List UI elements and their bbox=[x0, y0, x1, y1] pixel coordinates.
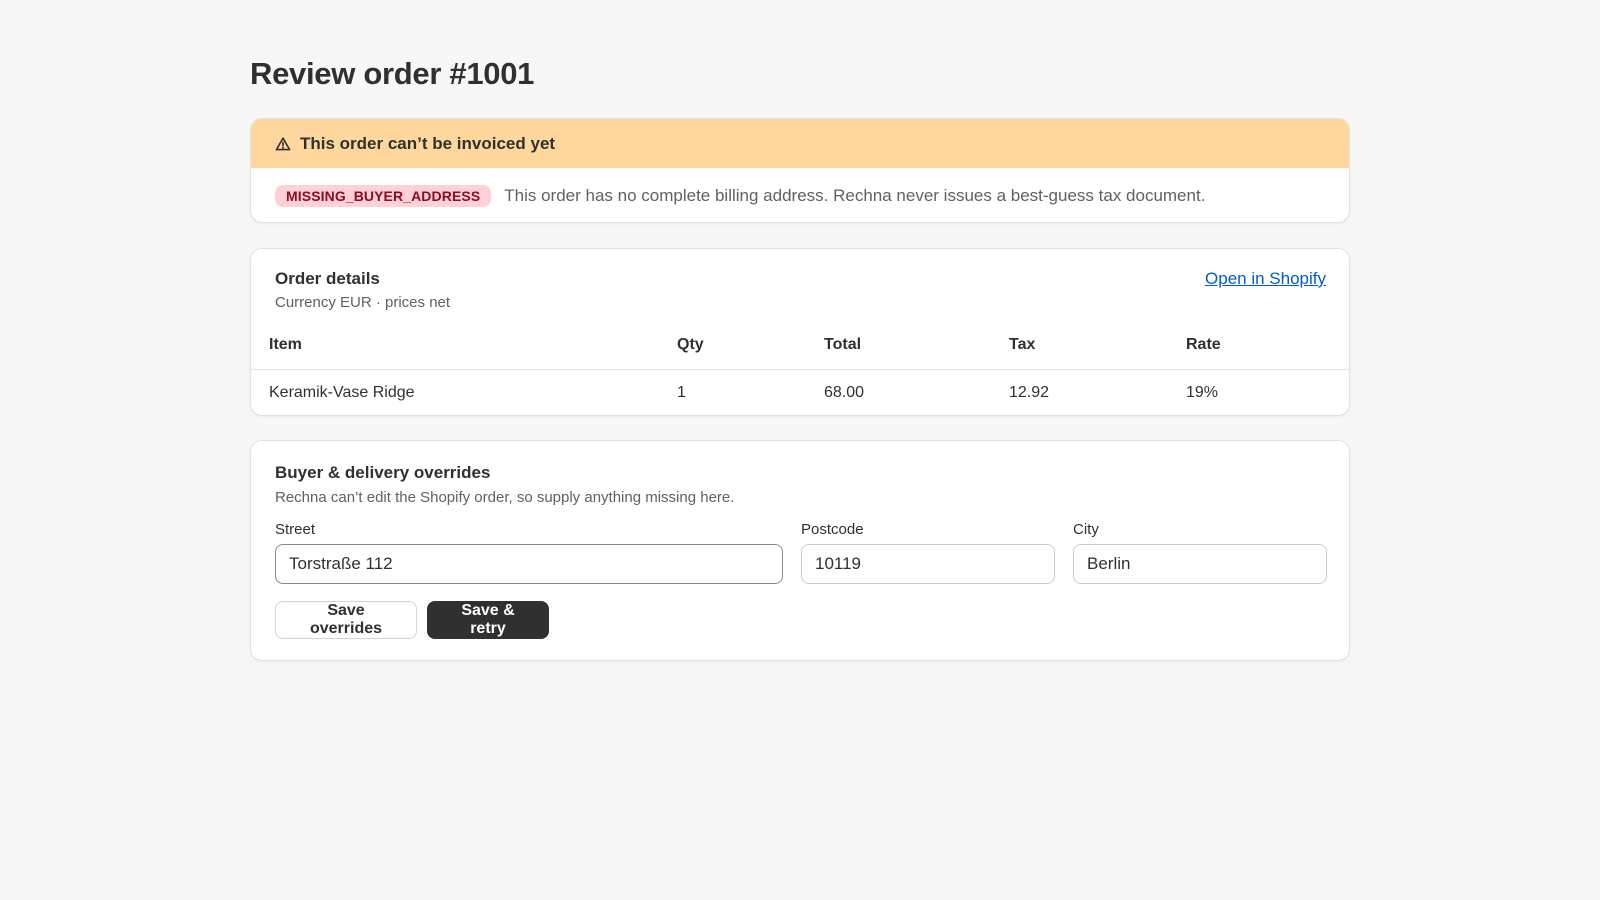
order-details-header: Order details Currency EUR · prices net bbox=[275, 269, 450, 311]
cell-tax: 12.92 bbox=[1009, 384, 1050, 402]
save-and-retry-button[interactable]: Save & retry bbox=[427, 601, 549, 639]
overrides-title: Buyer & delivery overrides bbox=[275, 463, 491, 482]
postcode-field-group: Postcode bbox=[801, 521, 1055, 584]
open-in-shopify-link[interactable]: Open in Shopify bbox=[1205, 269, 1326, 289]
table-row: Keramik-Vase Ridge 1 68.00 12.92 19% bbox=[251, 369, 1349, 415]
street-label: Street bbox=[275, 521, 316, 538]
cell-rate: 19% bbox=[1186, 384, 1219, 402]
page-title: Review order #1001 bbox=[250, 56, 535, 91]
postcode-input[interactable] bbox=[801, 544, 1055, 584]
order-details-card: Order details Currency EUR · prices net … bbox=[250, 248, 1350, 416]
error-code-badge: MISSING_BUYER_ADDRESS bbox=[275, 185, 492, 207]
cell-total: 68.00 bbox=[824, 384, 865, 402]
line-items-table: Item Qty Total Tax Rate Keramik-Vase Rid… bbox=[251, 321, 1349, 415]
banner-message: This order has no complete billing addre… bbox=[504, 186, 1206, 205]
column-header-tax: Tax bbox=[1009, 321, 1186, 370]
postcode-label: Postcode bbox=[801, 521, 864, 538]
column-header-total: Total bbox=[824, 321, 1009, 370]
overrides-subtitle: Rechna can’t edit the Shopify order, so … bbox=[275, 489, 735, 506]
warning-triangle-icon bbox=[275, 136, 291, 152]
column-header-qty: Qty bbox=[677, 321, 824, 370]
table-header-row: Item Qty Total Tax Rate bbox=[251, 321, 1349, 370]
street-input[interactable] bbox=[275, 544, 783, 584]
column-header-rate: Rate bbox=[1186, 321, 1349, 370]
blocked-banner: This order can’t be invoiced yet MISSING… bbox=[250, 118, 1350, 223]
banner-header: This order can’t be invoiced yet bbox=[251, 119, 1349, 168]
banner-title: This order can’t be invoiced yet bbox=[300, 133, 556, 153]
overrides-header: Buyer & delivery overrides Rechna can’t … bbox=[275, 463, 734, 506]
city-field-group: City bbox=[1073, 521, 1327, 584]
city-input[interactable] bbox=[1073, 544, 1327, 584]
banner-body: MISSING_BUYER_ADDRESS This order has no … bbox=[251, 168, 1349, 222]
order-details-subtitle: Currency EUR · prices net bbox=[275, 294, 451, 311]
city-label: City bbox=[1073, 521, 1099, 538]
save-overrides-button[interactable]: Save overrides bbox=[275, 601, 417, 639]
street-field-group: Street bbox=[275, 521, 783, 584]
cell-qty: 1 bbox=[677, 384, 686, 402]
overrides-card: Buyer & delivery overrides Rechna can’t … bbox=[250, 440, 1350, 661]
column-header-item: Item bbox=[251, 321, 677, 370]
cell-item: Keramik-Vase Ridge bbox=[269, 384, 415, 402]
order-details-title: Order details bbox=[275, 269, 380, 288]
